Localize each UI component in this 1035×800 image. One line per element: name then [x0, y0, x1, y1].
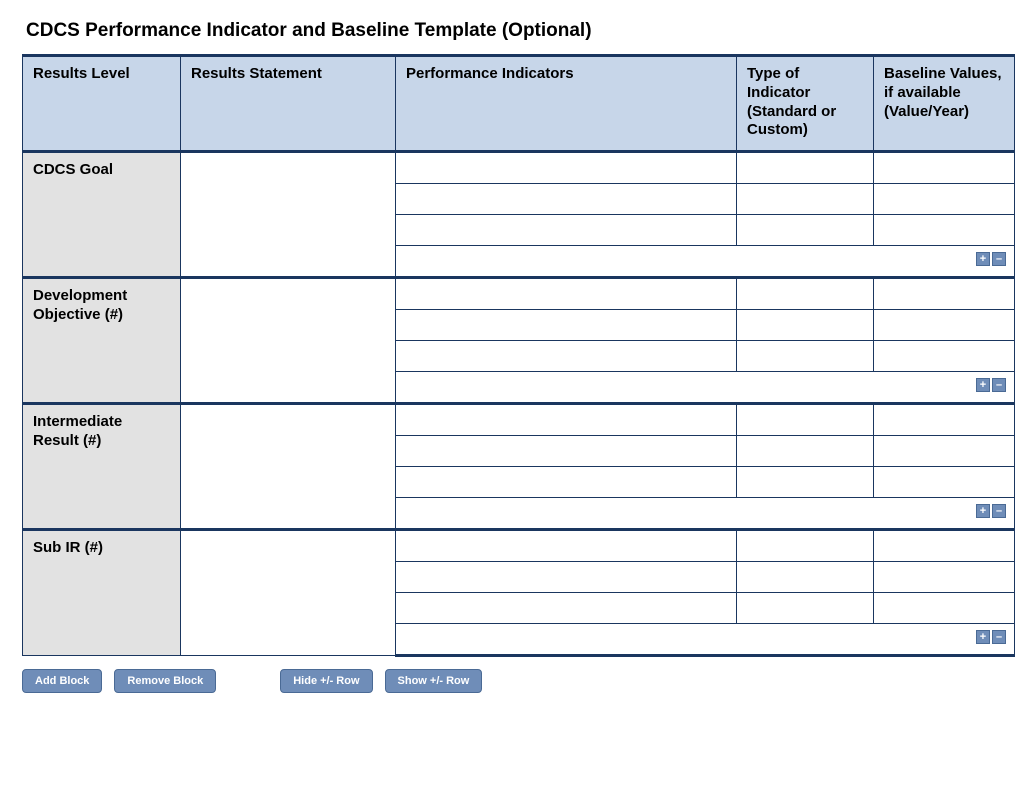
indicator-cell[interactable]: [874, 530, 1015, 562]
show-pm-row-button[interactable]: Show +/- Row: [385, 669, 483, 693]
indicator-cell[interactable]: [737, 404, 874, 436]
col-results-statement: Results Statement: [181, 56, 396, 152]
results-level-cell: Sub IR (#): [23, 530, 181, 656]
indicator-cell[interactable]: [396, 593, 737, 624]
indicator-cell[interactable]: [396, 310, 737, 341]
indicator-cell[interactable]: [874, 341, 1015, 372]
add-block-button[interactable]: Add Block: [22, 669, 102, 693]
indicator-cell[interactable]: [874, 310, 1015, 341]
indicator-cell[interactable]: [396, 436, 737, 467]
remove-row-button[interactable]: –: [992, 504, 1006, 518]
indicator-cell[interactable]: [874, 562, 1015, 593]
indicator-cell[interactable]: [396, 530, 737, 562]
indicator-cell[interactable]: [874, 278, 1015, 310]
remove-row-button[interactable]: –: [992, 630, 1006, 644]
results-level-cell: Intermediate Result (#): [23, 404, 181, 530]
indicator-cell[interactable]: [737, 562, 874, 593]
indicator-cell[interactable]: [874, 467, 1015, 498]
indicator-cell[interactable]: [396, 562, 737, 593]
indicator-cell[interactable]: [737, 436, 874, 467]
indicator-cell[interactable]: [396, 467, 737, 498]
indicator-cell[interactable]: [737, 467, 874, 498]
indicator-cell[interactable]: [874, 404, 1015, 436]
results-statement-cell[interactable]: [181, 278, 396, 404]
col-performance-indicators: Performance Indicators: [396, 56, 737, 152]
remove-row-button[interactable]: –: [992, 378, 1006, 392]
indicator-cell[interactable]: [874, 184, 1015, 215]
indicator-cell[interactable]: [737, 310, 874, 341]
indicator-cell[interactable]: [396, 278, 737, 310]
pm-control-row: +–: [396, 372, 1015, 404]
indicator-cell[interactable]: [737, 341, 874, 372]
hide-pm-row-button[interactable]: Hide +/- Row: [280, 669, 372, 693]
indicator-cell[interactable]: [737, 278, 874, 310]
indicator-cell[interactable]: [396, 215, 737, 246]
action-button-row: Add Block Remove Block Hide +/- Row Show…: [22, 669, 1013, 693]
indicator-cell[interactable]: [737, 152, 874, 184]
results-statement-cell[interactable]: [181, 152, 396, 278]
pm-control-row: +–: [396, 624, 1015, 656]
results-level-cell: Development Objective (#): [23, 278, 181, 404]
indicator-cell[interactable]: [396, 184, 737, 215]
indicator-cell[interactable]: [737, 530, 874, 562]
pm-control-row: +–: [396, 498, 1015, 530]
indicator-cell[interactable]: [396, 404, 737, 436]
remove-block-button[interactable]: Remove Block: [114, 669, 216, 693]
col-baseline-values: Baseline Values, if available (Value/Yea…: [874, 56, 1015, 152]
add-row-button[interactable]: +: [976, 630, 990, 644]
add-row-button[interactable]: +: [976, 378, 990, 392]
results-statement-cell[interactable]: [181, 404, 396, 530]
indicator-cell[interactable]: [737, 215, 874, 246]
remove-row-button[interactable]: –: [992, 252, 1006, 266]
indicator-cell[interactable]: [737, 184, 874, 215]
indicator-cell[interactable]: [396, 152, 737, 184]
page-title: CDCS Performance Indicator and Baseline …: [26, 20, 1013, 42]
indicator-cell[interactable]: [874, 436, 1015, 467]
results-level-cell: CDCS Goal: [23, 152, 181, 278]
indicator-cell[interactable]: [874, 593, 1015, 624]
indicator-cell[interactable]: [874, 152, 1015, 184]
indicator-cell[interactable]: [874, 215, 1015, 246]
indicator-cell[interactable]: [737, 593, 874, 624]
add-row-button[interactable]: +: [976, 252, 990, 266]
col-type-of-indicator: Type of Indicator (Standard or Custom): [737, 56, 874, 152]
col-results-level: Results Level: [23, 56, 181, 152]
indicator-table: Results Level Results Statement Performa…: [22, 54, 1015, 657]
results-statement-cell[interactable]: [181, 530, 396, 656]
add-row-button[interactable]: +: [976, 504, 990, 518]
indicator-cell[interactable]: [396, 341, 737, 372]
pm-control-row: +–: [396, 246, 1015, 278]
